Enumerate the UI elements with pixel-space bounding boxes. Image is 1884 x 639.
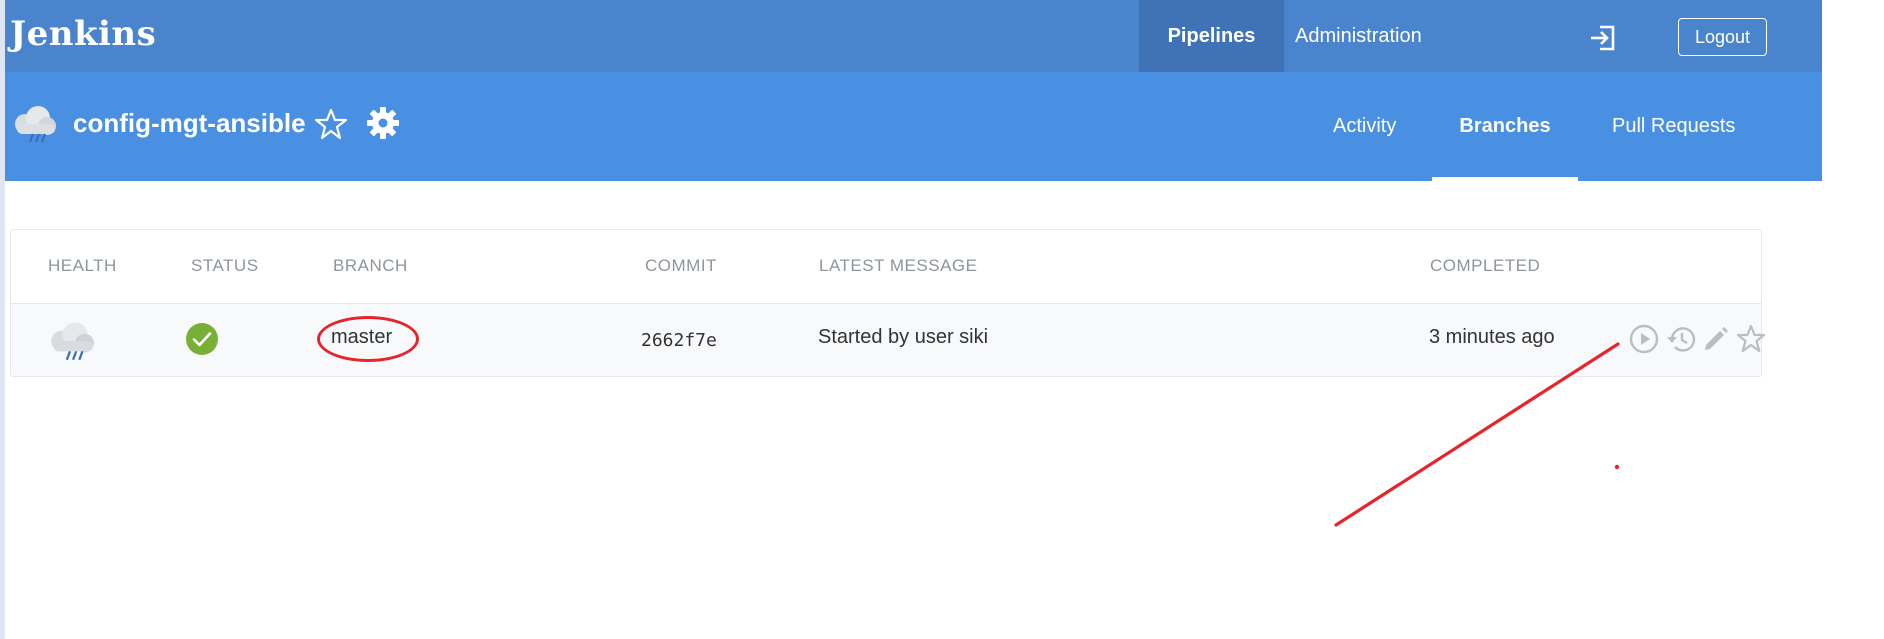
column-health: HEALTH (48, 256, 117, 275)
column-branch: BRANCH (333, 256, 408, 275)
tab-pull-requests[interactable]: Pull Requests (1612, 72, 1735, 181)
success-check-icon (186, 323, 218, 355)
completed-time: 3 minutes ago (1429, 326, 1555, 348)
run-icon[interactable] (1628, 323, 1660, 355)
nav-pipelines[interactable]: Pipelines (1139, 0, 1284, 72)
favorite-star-icon[interactable] (314, 107, 348, 141)
commit-hash[interactable]: 2662f7e (641, 330, 717, 351)
column-latest-message: LATEST MESSAGE (819, 256, 978, 275)
latest-message: Started by user siki (818, 326, 989, 348)
exit-icon[interactable] (1588, 23, 1618, 53)
table-row[interactable]: master 2662f7e Started by user siki 3 mi… (11, 304, 1766, 376)
column-commit: COMMIT (645, 256, 717, 275)
nav-administration[interactable]: Administration (1295, 0, 1422, 72)
gear-icon[interactable] (365, 105, 401, 141)
pipeline-header: config-mgt-ansible Activity Branches Pul… (5, 72, 1822, 181)
right-margin (1822, 0, 1884, 639)
logout-button[interactable]: Logout (1678, 18, 1767, 56)
annotation-dot (1614, 464, 1620, 470)
column-status: STATUS (191, 256, 259, 275)
top-header: Jenkins Pipelines Administration Logout (5, 0, 1822, 72)
rain-cloud-icon (15, 106, 56, 143)
history-icon[interactable] (1665, 323, 1697, 355)
table-header: HEALTH STATUS BRANCH COMMIT LATEST MESSA… (11, 230, 1761, 304)
rain-cloud-icon (51, 322, 94, 361)
column-completed: COMPLETED (1430, 256, 1541, 275)
tab-activity[interactable]: Activity (1333, 72, 1396, 181)
branches-table: HEALTH STATUS BRANCH COMMIT LATEST MESSA… (10, 229, 1766, 377)
pipeline-name[interactable]: config-mgt-ansible (73, 108, 306, 139)
tab-branches[interactable]: Branches (1432, 72, 1578, 181)
edit-icon[interactable] (1700, 323, 1732, 355)
star-icon[interactable] (1735, 323, 1767, 355)
jenkins-logo[interactable]: Jenkins (10, 14, 156, 54)
annotation-circle (317, 316, 419, 362)
